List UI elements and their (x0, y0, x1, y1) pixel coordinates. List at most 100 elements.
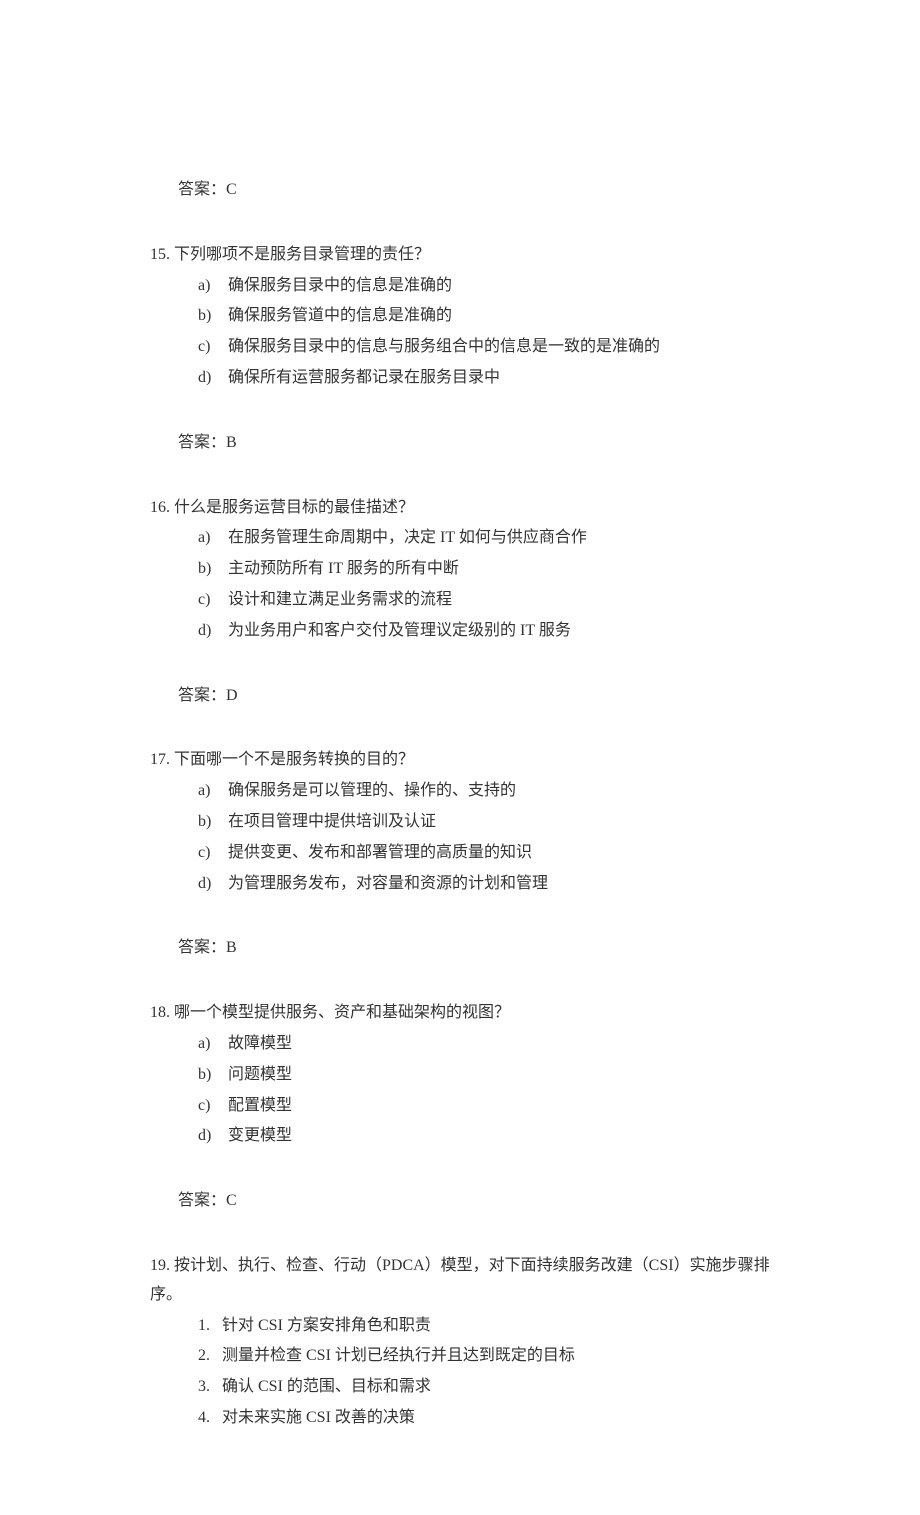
sub-item-1: 1.针对 CSI 方案安排角色和职责 (198, 1312, 770, 1341)
option-text: 在项目管理中提供培训及认证 (228, 813, 436, 830)
option-text: 确保服务目录中的信息是准确的 (228, 277, 452, 294)
question-number: 17. (150, 751, 170, 768)
option-letter: a) (198, 777, 228, 806)
option-c: c)设计和建立满足业务需求的流程 (198, 586, 770, 615)
option-d: d)变更模型 (198, 1122, 770, 1151)
option-c: c)配置模型 (198, 1092, 770, 1121)
option-d: d)确保所有运营服务都记录在服务目录中 (198, 364, 770, 393)
option-letter: c) (198, 586, 228, 615)
option-text: 变更模型 (228, 1127, 292, 1144)
sub-item-text: 确认 CSI 的范围、目标和需求 (222, 1378, 431, 1395)
question-text: 15. 下列哪项不是服务目录管理的责任？ (150, 241, 770, 270)
option-text: 确保所有运营服务都记录在服务目录中 (228, 369, 500, 386)
question-16: 16. 什么是服务运营目标的最佳描述？ a)在服务管理生命周期中，决定 IT 如… (150, 494, 770, 646)
option-b: b)在项目管理中提供培训及认证 (198, 808, 770, 837)
option-text: 设计和建立满足业务需求的流程 (228, 591, 452, 608)
question-text: 19. 按计划、执行、检查、行动（PDCA）模型，对下面持续服务改建（CSI）实… (150, 1252, 770, 1310)
answer-value: C (226, 181, 237, 198)
option-letter: a) (198, 272, 228, 301)
answer-value: B (226, 434, 237, 451)
answer-16: 答案：D (178, 682, 770, 711)
option-b: b)主动预防所有 IT 服务的所有中断 (198, 555, 770, 584)
sub-item-number: 4. (198, 1404, 222, 1433)
question-text: 18. 哪一个模型提供服务、资产和基础架构的视图？ (150, 999, 770, 1028)
option-a: a)确保服务目录中的信息是准确的 (198, 272, 770, 301)
question-stem: 下面哪一个不是服务转换的目的？ (174, 751, 414, 768)
question-stem: 按计划、执行、检查、行动（PDCA）模型，对下面持续服务改建（CSI）实施步骤排… (150, 1257, 770, 1303)
answer-value: B (226, 939, 237, 956)
option-letter: b) (198, 555, 228, 584)
option-text: 提供变更、发布和部署管理的高质量的知识 (228, 844, 532, 861)
answer-prefix: 答案： (178, 434, 226, 451)
sub-item-number: 3. (198, 1373, 222, 1402)
option-text: 为管理服务发布，对容量和资源的计划和管理 (228, 875, 548, 892)
option-c: c)提供变更、发布和部署管理的高质量的知识 (198, 839, 770, 868)
answer-prefix: 答案： (178, 687, 226, 704)
option-b: b)问题模型 (198, 1061, 770, 1090)
option-letter: d) (198, 364, 228, 393)
option-d: d)为管理服务发布，对容量和资源的计划和管理 (198, 870, 770, 899)
option-text: 主动预防所有 IT 服务的所有中断 (228, 560, 459, 577)
sub-items-list: 1.针对 CSI 方案安排角色和职责 2.测量并检查 CSI 计划已经执行并且达… (150, 1312, 770, 1433)
option-text: 确保服务是可以管理的、操作的、支持的 (228, 782, 516, 799)
question-stem: 下列哪项不是服务目录管理的责任？ (174, 246, 430, 263)
options-list: a)确保服务目录中的信息是准确的 b)确保服务管道中的信息是准确的 c)确保服务… (150, 272, 770, 393)
question-18: 18. 哪一个模型提供服务、资产和基础架构的视图？ a)故障模型 b)问题模型 … (150, 999, 770, 1151)
answer-15: 答案：B (178, 429, 770, 458)
question-number: 19. (150, 1257, 170, 1274)
sub-item-text: 对未来实施 CSI 改善的决策 (222, 1409, 415, 1426)
options-list: a)故障模型 b)问题模型 c)配置模型 d)变更模型 (150, 1030, 770, 1151)
question-stem: 什么是服务运营目标的最佳描述？ (174, 499, 414, 516)
option-letter: d) (198, 870, 228, 899)
sub-item-text: 针对 CSI 方案安排角色和职责 (222, 1317, 431, 1334)
option-letter: d) (198, 617, 228, 646)
question-text: 17. 下面哪一个不是服务转换的目的？ (150, 746, 770, 775)
question-number: 15. (150, 246, 170, 263)
option-letter: c) (198, 839, 228, 868)
question-number: 16. (150, 499, 170, 516)
option-text: 确保服务目录中的信息与服务组合中的信息是一致的是准确的 (228, 338, 660, 355)
question-15: 15. 下列哪项不是服务目录管理的责任？ a)确保服务目录中的信息是准确的 b)… (150, 241, 770, 393)
option-text: 为业务用户和客户交付及管理议定级别的 IT 服务 (228, 622, 571, 639)
answer-prefix: 答案： (178, 939, 226, 956)
sub-item-number: 1. (198, 1312, 222, 1341)
question-17: 17. 下面哪一个不是服务转换的目的？ a)确保服务是可以管理的、操作的、支持的… (150, 746, 770, 898)
option-text: 在服务管理生命周期中，决定 IT 如何与供应商合作 (228, 529, 587, 546)
option-letter: d) (198, 1122, 228, 1151)
answer-value: C (226, 1192, 237, 1209)
sub-item-3: 3.确认 CSI 的范围、目标和需求 (198, 1373, 770, 1402)
sub-item-number: 2. (198, 1342, 222, 1371)
options-list: a)确保服务是可以管理的、操作的、支持的 b)在项目管理中提供培训及认证 c)提… (150, 777, 770, 898)
question-number: 18. (150, 1004, 170, 1021)
question-19: 19. 按计划、执行、检查、行动（PDCA）模型，对下面持续服务改建（CSI）实… (150, 1252, 770, 1433)
option-letter: a) (198, 1030, 228, 1059)
option-d: d)为业务用户和客户交付及管理议定级别的 IT 服务 (198, 617, 770, 646)
sub-item-4: 4.对未来实施 CSI 改善的决策 (198, 1404, 770, 1433)
option-letter: b) (198, 302, 228, 331)
answer-17: 答案：B (178, 934, 770, 963)
option-a: a)确保服务是可以管理的、操作的、支持的 (198, 777, 770, 806)
answer-prefix: 答案： (178, 1192, 226, 1209)
option-text: 问题模型 (228, 1066, 292, 1083)
option-letter: a) (198, 524, 228, 553)
option-text: 确保服务管道中的信息是准确的 (228, 307, 452, 324)
option-letter: b) (198, 808, 228, 837)
option-c: c)确保服务目录中的信息与服务组合中的信息是一致的是准确的 (198, 333, 770, 362)
option-text: 配置模型 (228, 1097, 292, 1114)
option-a: a)故障模型 (198, 1030, 770, 1059)
answer-prefix: 答案： (178, 181, 226, 198)
options-list: a)在服务管理生命周期中，决定 IT 如何与供应商合作 b)主动预防所有 IT … (150, 524, 770, 645)
option-letter: c) (198, 333, 228, 362)
option-text: 故障模型 (228, 1035, 292, 1052)
answer-18: 答案：C (178, 1187, 770, 1216)
sub-item-text: 测量并检查 CSI 计划已经执行并且达到既定的目标 (222, 1347, 575, 1364)
question-stem: 哪一个模型提供服务、资产和基础架构的视图？ (174, 1004, 510, 1021)
answer-14: 答案：C (178, 176, 770, 205)
answer-value: D (226, 687, 238, 704)
sub-item-2: 2.测量并检查 CSI 计划已经执行并且达到既定的目标 (198, 1342, 770, 1371)
option-a: a)在服务管理生命周期中，决定 IT 如何与供应商合作 (198, 524, 770, 553)
option-letter: c) (198, 1092, 228, 1121)
option-b: b)确保服务管道中的信息是准确的 (198, 302, 770, 331)
option-letter: b) (198, 1061, 228, 1090)
question-text: 16. 什么是服务运营目标的最佳描述？ (150, 494, 770, 523)
